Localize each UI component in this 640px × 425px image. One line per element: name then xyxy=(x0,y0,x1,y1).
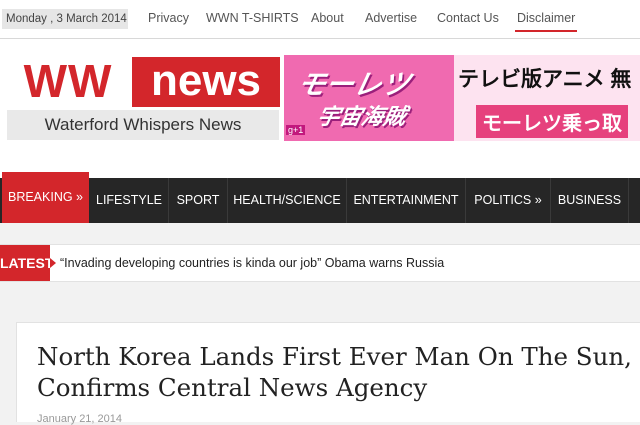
nav-item-lifestyle[interactable]: LIFESTYLE xyxy=(90,178,169,223)
ad-badge: g+1 xyxy=(286,125,306,135)
logo-tagline: Waterford Whispers News xyxy=(44,115,242,134)
site-header: WW news Waterford Whispers News モーレツ 宇宙海… xyxy=(0,39,640,178)
ad-headline: テレビ版アニメ 無 xyxy=(458,68,632,91)
latest-label: LATEST xyxy=(0,245,53,281)
header-ad-banner[interactable]: モーレツ 宇宙海賊 g+1 テレビ版アニメ 無 モーレツ乗っ取 xyxy=(284,55,640,141)
top-link-contact-us[interactable]: Contact Us xyxy=(437,11,499,25)
nav-item-business[interactable]: BUSINESS xyxy=(551,178,629,223)
nav-item-health-science[interactable]: HEALTH/SCIENCE xyxy=(228,178,347,223)
latest-headline-link[interactable]: “Invading developing countries is kinda … xyxy=(60,245,444,281)
article-card: North Korea Lands First Ever Man On The … xyxy=(16,322,640,425)
ad-logo-line2: 宇宙海賊 xyxy=(315,104,409,129)
site-logo[interactable]: WW news Waterford Whispers News xyxy=(7,55,280,181)
active-link-underline xyxy=(515,30,577,32)
top-link-disclaimer[interactable]: Disclaimer xyxy=(517,11,575,25)
top-link-privacy[interactable]: Privacy xyxy=(148,11,189,25)
latest-ticker: LATEST “Invading developing countries is… xyxy=(0,244,640,282)
top-link-advertise[interactable]: Advertise xyxy=(365,11,417,25)
nav-item-entertainment[interactable]: ENTERTAINMENT xyxy=(347,178,466,223)
logo-ww: WW xyxy=(23,55,113,107)
main-nav: BREAKING » LIFESTYLE SPORT HEALTH/SCIENC… xyxy=(0,172,640,223)
ad-logo-line1: モーレツ xyxy=(294,69,413,100)
latest-arrow-icon xyxy=(50,258,56,268)
ad-subheadline: モーレツ乗っ取 xyxy=(476,105,628,138)
top-link-wwn-tshirts[interactable]: WWN T-SHIRTS xyxy=(206,11,299,25)
top-link-about[interactable]: About xyxy=(311,11,344,25)
current-date: Monday , 3 March 2014 xyxy=(2,9,128,29)
nav-item-sport[interactable]: SPORT xyxy=(169,178,228,223)
article-date: January 21, 2014 xyxy=(37,413,123,425)
nav-item-breaking[interactable]: BREAKING » xyxy=(2,172,89,223)
nav-item-politics[interactable]: POLITICS » xyxy=(466,178,551,223)
logo-news: news xyxy=(132,57,280,107)
top-bar: Monday , 3 March 2014 Privacy WWN T-SHIR… xyxy=(0,0,640,39)
article-headline[interactable]: North Korea Lands First Ever Man On The … xyxy=(37,341,637,403)
